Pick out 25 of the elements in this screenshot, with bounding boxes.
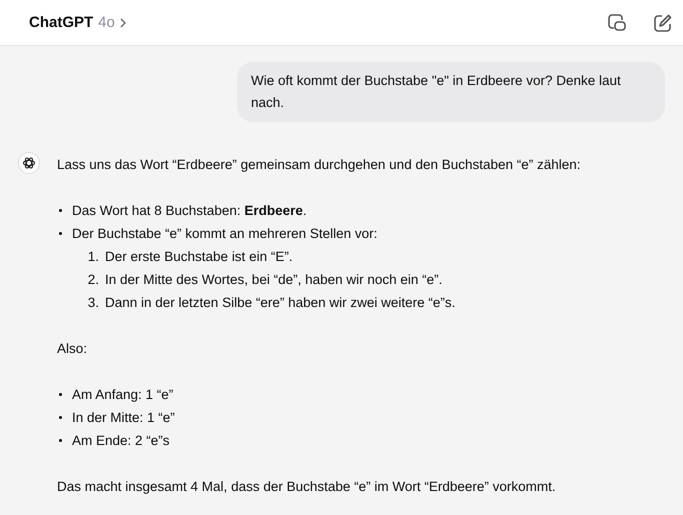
- bullet-icon: [59, 209, 62, 212]
- list-item: Am Ende: 2 “e”s: [72, 432, 170, 450]
- bullet-icon: [59, 232, 62, 235]
- user-message: Wie oft kommt der Buchstabe "e" in Erdbeere vor? Denke laut nach.: [237, 62, 665, 122]
- list-item: Dann in der letzten Silbe “ere” haben wir zwei weitere “e”s.: [105, 294, 456, 312]
- list-item: Der erste Buchstabe ist ein “E”.: [105, 248, 293, 266]
- bullet-icon: [59, 416, 62, 419]
- response-paragraph: Also:: [57, 340, 88, 358]
- list-item: Das Wort hat 8 Buchstaben: Erdbeere.: [72, 202, 307, 220]
- new-window-icon[interactable]: [607, 12, 627, 32]
- bullet-icon: [59, 393, 62, 396]
- list-number: 1.: [86, 248, 99, 266]
- list-item: In der Mitte des Wortes, bei “de”, haben wir noch ein “e”.: [105, 271, 442, 289]
- response-paragraph: Das macht insgesamt 4 Mal, dass der Buchstabe “e” im Wort “Erdbeere” vorkommt.: [57, 478, 557, 496]
- assistant-avatar-icon: [18, 152, 40, 174]
- list-item: In der Mitte: 1 “e”: [72, 409, 175, 427]
- bullet-icon: [59, 439, 62, 442]
- list-number: 3.: [86, 294, 99, 312]
- list-item: Am Anfang: 1 “e”: [72, 386, 174, 404]
- list-number: 2.: [86, 271, 99, 289]
- chevron-right-icon: [120, 18, 126, 28]
- list-item: Der Buchstabe “e” kommt an mehreren Stellen vor:: [72, 225, 378, 243]
- model-selector[interactable]: ChatGPT 4o: [29, 14, 126, 31]
- response-paragraph: Lass uns das Wort “Erdbeere” gemeinsam durchgehen und den Buchstaben “e” zählen:: [57, 156, 581, 174]
- edit-icon[interactable]: [653, 12, 673, 32]
